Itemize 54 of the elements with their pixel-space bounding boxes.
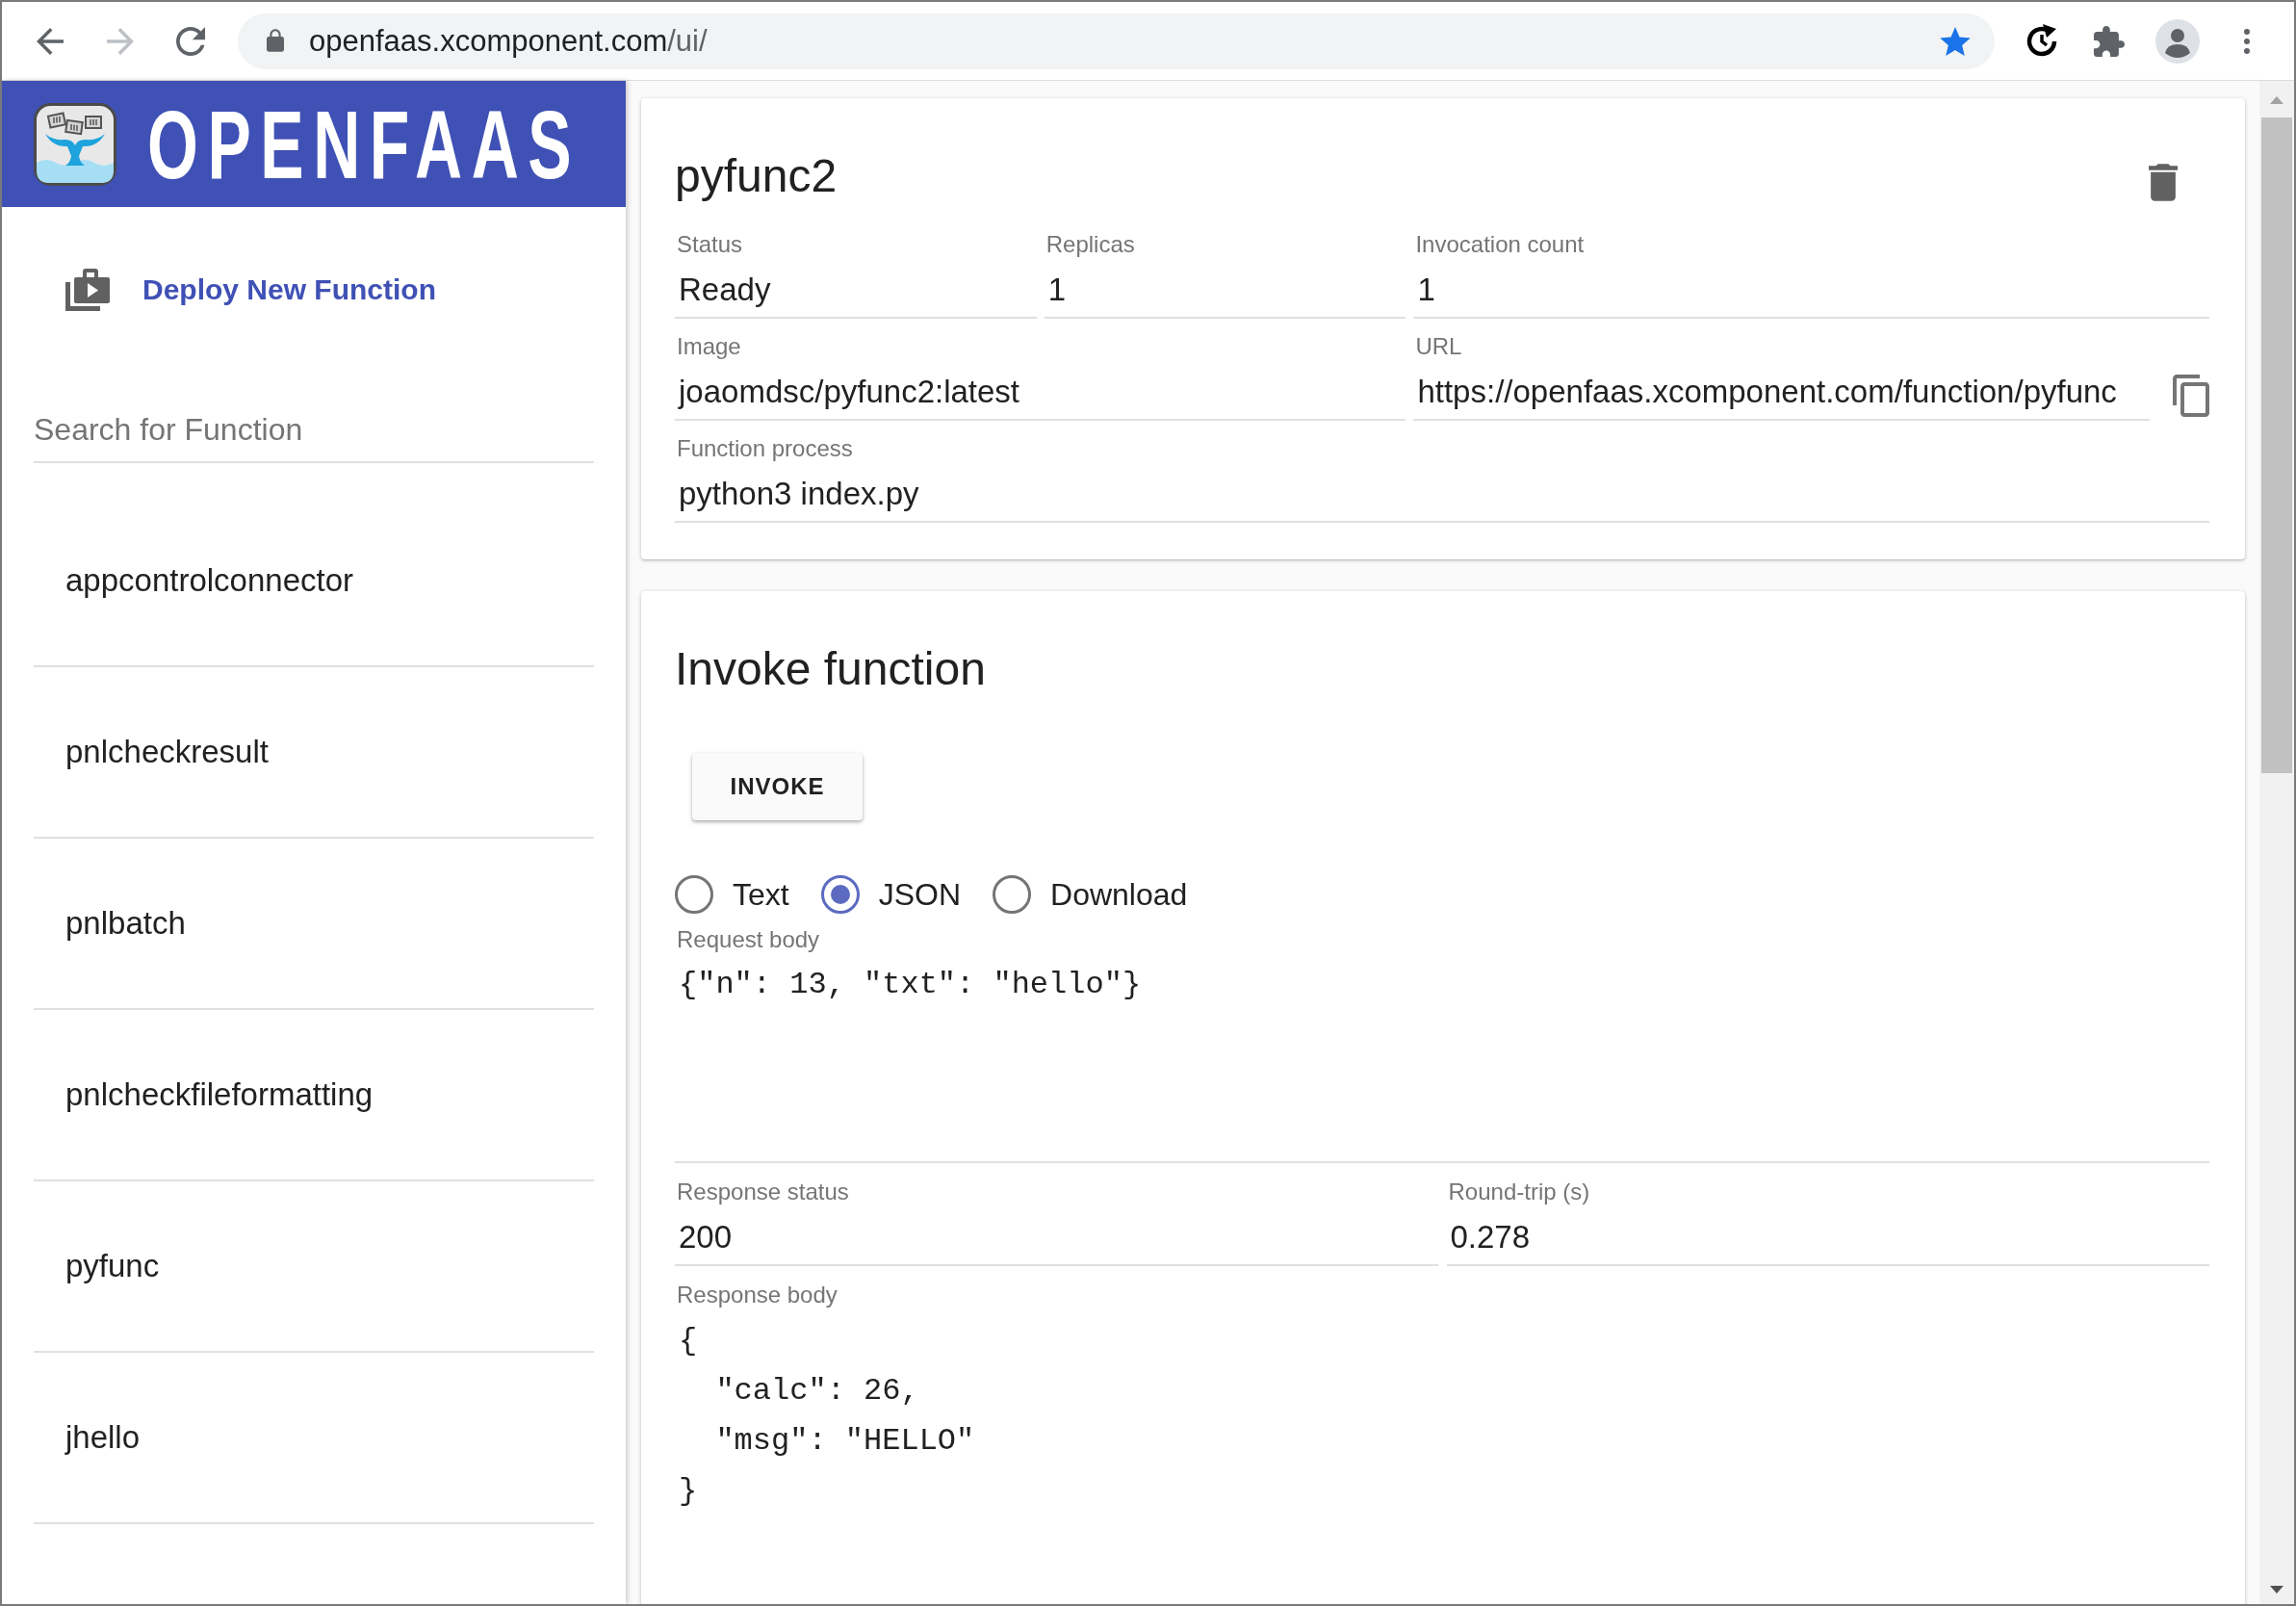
deploy-new-function-link[interactable]: Deploy New Function [142,269,436,311]
function-list-item[interactable]: pyfunc [65,1245,160,1287]
briefcase-play-icon[interactable] [65,269,110,311]
back-arrow-icon[interactable] [37,27,64,55]
value-field: joaomdsc/pyfunc2:latest [675,370,1406,421]
radio-button[interactable] [675,875,713,914]
radio-button[interactable] [820,875,860,914]
circular-arrow-icon[interactable] [2025,23,2059,59]
scroll-down-arrow-icon[interactable] [2270,1586,2283,1593]
logo-icon [34,102,116,186]
field-label: Status [676,230,744,259]
copy-icon[interactable] [2173,375,2209,417]
more-menu-icon[interactable] [2244,28,2250,54]
value-field: 1 [1413,268,2209,319]
star-icon[interactable] [1940,26,1971,56]
search-field[interactable]: Search for Function [34,393,594,463]
radio-label[interactable]: Download [1050,875,1188,914]
field-label: Request body [676,925,821,954]
field-label: Image [676,332,742,361]
value-field: https://openfaas.xcomponent.com/function/pyfunc [1413,370,2150,421]
scrollbar-thumb[interactable] [2261,117,2292,773]
function-list-item[interactable]: pnlcheckresult [65,731,269,773]
value-field: Ready [675,268,1037,319]
invoke-title: Invoke function [675,642,986,696]
field-label: Replicas [1045,230,1136,259]
radio-label[interactable]: Text [733,875,789,914]
request-body-field[interactable]: {"n": 13, "txt": "hello"} [675,963,2209,1163]
radio-label[interactable]: JSON [878,875,962,914]
field-label: URL [1414,332,1463,361]
value-field: python3 index.py [675,472,2209,523]
brand-name: OPENFAAS [147,95,581,193]
function-title: pyfunc2 [675,149,838,203]
delete-icon[interactable] [2149,164,2178,201]
function-list-item[interactable]: pnlbatch [65,902,186,945]
radio-button[interactable] [993,875,1032,914]
field-label: Function process [676,434,854,463]
lock-icon[interactable] [267,29,284,53]
response-body-text: { "calc": 26, "msg": "HELLO" } [678,1322,975,1511]
puzzle-icon[interactable] [2094,25,2125,57]
function-list-item[interactable]: jhello [65,1416,141,1459]
reload-icon[interactable] [176,26,205,56]
avatar-icon[interactable] [2155,18,2200,64]
field-label: Invocation count [1414,230,1586,259]
url-text: openfaas.xcomponent.com/ui/ [309,22,708,60]
field-label: Round-trip (s) [1447,1178,1591,1206]
value-field: 200 [675,1215,1438,1266]
invoke-button[interactable]: INVOKE [692,753,863,820]
field-label: Response status [676,1178,850,1206]
field-label: Response body [676,1281,838,1309]
value-field: 0.278 [1446,1215,2209,1266]
function-list-item[interactable]: appcontrolconnector [65,559,354,602]
address-bar[interactable]: openfaas.xcomponent.com/ui/ [238,13,1995,69]
value-field: 1 [1044,268,1406,319]
function-list-item[interactable]: pnlcheckfileformatting [65,1074,374,1116]
